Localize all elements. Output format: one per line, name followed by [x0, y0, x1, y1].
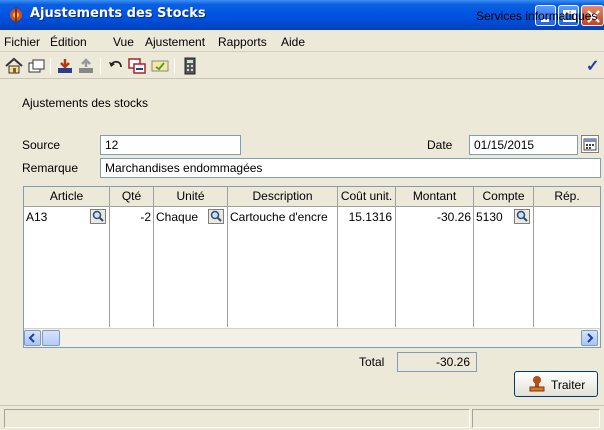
cell-qty[interactable]: -2 — [110, 210, 151, 224]
menu-bar: Fichier Édition Vue Ajustement Rapports … — [0, 30, 604, 52]
scroll-thumb[interactable] — [42, 330, 60, 346]
status-bar — [0, 405, 604, 430]
article-lookup-button[interactable] — [90, 209, 106, 224]
grid-divider — [395, 207, 396, 327]
grid-divider — [337, 207, 338, 327]
scroll-left-button[interactable] — [24, 330, 41, 346]
status-panel-info — [472, 409, 600, 428]
home-icon[interactable] — [4, 57, 24, 75]
total-value: -30.26 — [397, 352, 477, 372]
menu-ajustement[interactable]: Ajustement — [145, 35, 205, 49]
grid-divider — [109, 207, 110, 327]
menu-edition[interactable]: Édition — [50, 35, 87, 49]
grid-header: Article Qté Unité Description Coût unit.… — [24, 187, 600, 207]
col-article[interactable]: Article — [24, 187, 110, 207]
unit-lookup-button[interactable] — [208, 209, 224, 224]
source-label: Source — [22, 138, 61, 152]
save-icon[interactable] — [55, 57, 75, 75]
cell-unit-cost[interactable]: 15.1316 — [338, 210, 392, 224]
chevron-left-icon — [28, 333, 35, 343]
stamp-icon — [529, 376, 545, 392]
total-label: Total — [359, 355, 385, 369]
menu-fichier[interactable]: Fichier — [4, 35, 40, 49]
cell-account[interactable]: 5130 — [476, 210, 503, 224]
col-unit[interactable]: Unité — [154, 187, 228, 207]
date-field[interactable]: 01/15/2015 — [469, 135, 578, 155]
export-icon[interactable] — [76, 57, 96, 75]
grid-divider — [227, 207, 228, 327]
adjustments-grid: Article Qté Unité Description Coût unit.… — [23, 186, 601, 348]
date-label: Date — [427, 138, 453, 152]
status-panel-main — [4, 409, 470, 428]
grid-divider — [153, 207, 154, 327]
calendar-icon — [583, 138, 597, 151]
magnifier-icon — [92, 210, 104, 222]
process-label: Traiter — [551, 378, 586, 392]
checkmark-icon[interactable]: ✓ — [586, 56, 599, 76]
toolbar-separator — [50, 58, 51, 74]
menu-vue[interactable]: Vue — [113, 35, 134, 49]
edit-icon[interactable] — [150, 57, 170, 75]
copy-window-icon[interactable] — [127, 57, 147, 75]
status-text: Services informatiques — [476, 9, 598, 23]
process-button[interactable]: Traiter — [514, 371, 598, 397]
window-icon[interactable] — [26, 57, 46, 75]
menu-aide[interactable]: Aide — [281, 35, 305, 49]
calculator-icon[interactable] — [180, 57, 200, 75]
remark-label: Remarque — [22, 161, 79, 175]
cell-unit[interactable]: Chaque — [156, 210, 198, 224]
grid-divider — [533, 207, 534, 327]
col-description[interactable]: Description — [228, 187, 338, 207]
cell-amount[interactable]: -30.26 — [396, 210, 471, 224]
col-qty[interactable]: Qté — [110, 187, 154, 207]
window-title: Ajustements des Stocks — [30, 6, 206, 21]
horizontal-scrollbar[interactable] — [24, 328, 600, 347]
cell-description[interactable]: Cartouche d'encre — [230, 210, 328, 224]
account-lookup-button[interactable] — [514, 209, 530, 224]
form-heading: Ajustements des stocks — [22, 96, 149, 110]
menu-rapports[interactable]: Rapports — [218, 35, 267, 49]
toolbar — [0, 53, 604, 79]
grid-divider — [473, 207, 474, 327]
toolbar-separator — [100, 58, 101, 74]
toolbar-separator — [174, 58, 175, 74]
scroll-right-button[interactable] — [581, 330, 598, 346]
calendar-button[interactable] — [581, 135, 599, 153]
remark-field[interactable]: Marchandises endommagées — [100, 158, 601, 178]
source-field[interactable]: 12 — [100, 135, 241, 155]
cell-article[interactable]: A13 — [26, 210, 47, 224]
magnifier-icon — [516, 210, 528, 222]
col-amount[interactable]: Montant — [396, 187, 474, 207]
chevron-right-icon — [587, 333, 594, 343]
col-account[interactable]: Compte — [474, 187, 534, 207]
app-icon — [10, 7, 22, 23]
col-rep[interactable]: Rép. — [534, 187, 600, 207]
col-unit-cost[interactable]: Coût unit. — [338, 187, 396, 207]
undo-icon[interactable] — [106, 57, 126, 75]
magnifier-icon — [210, 210, 222, 222]
